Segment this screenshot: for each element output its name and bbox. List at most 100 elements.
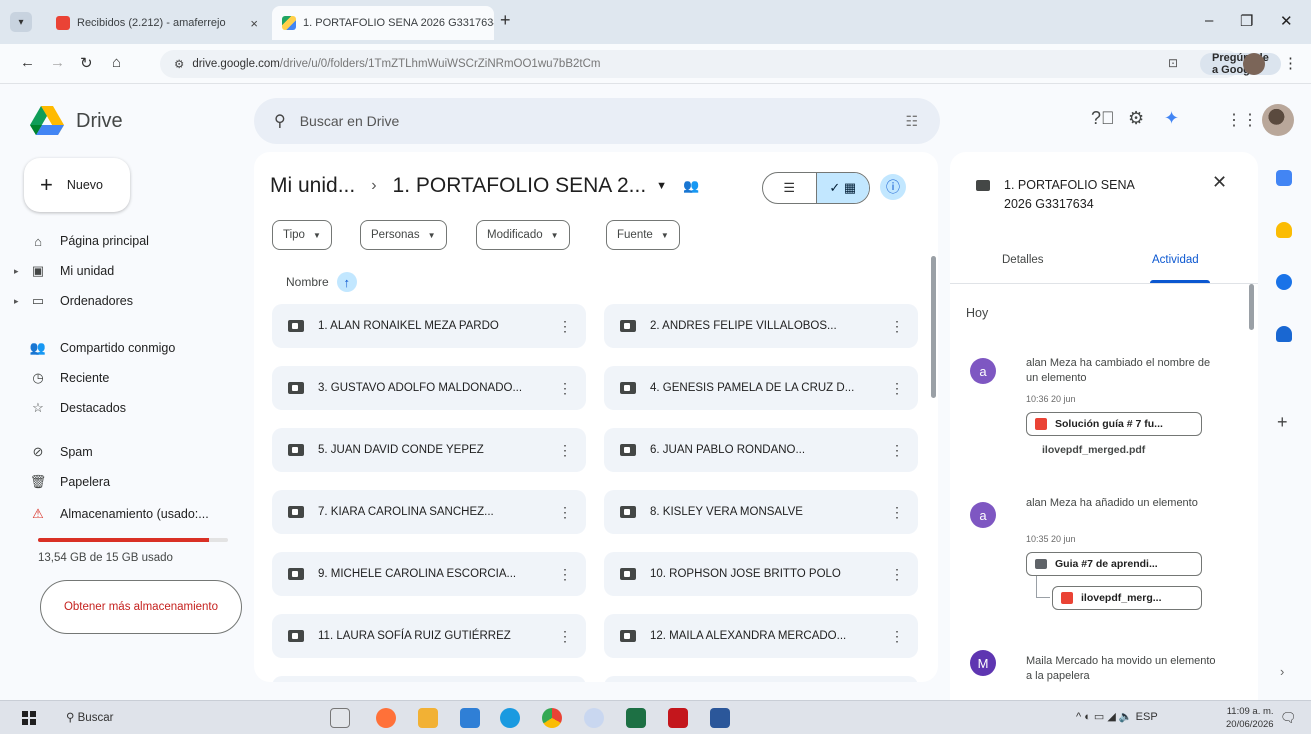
details-info-button[interactable]: ⓘ: [880, 174, 906, 200]
lens-icon[interactable]: ⊡: [1168, 56, 1178, 70]
sidebar-item-shared[interactable]: 👥 Compartido conmigo: [14, 334, 234, 362]
account-avatar[interactable]: [1262, 104, 1294, 136]
close-details-icon[interactable]: ✕: [1212, 172, 1227, 193]
search-options-icon[interactable]: ☷: [905, 113, 918, 130]
details-scrollbar[interactable]: [1249, 284, 1254, 330]
store-icon[interactable]: [460, 708, 480, 728]
sidebar-item-storage[interactable]: ⚠ Almacenamiento (usado:...: [14, 500, 234, 528]
sidebar-item-trash[interactable]: 🗑 Papelera: [14, 468, 234, 496]
shared-folder-icon[interactable]: 👥: [683, 178, 699, 194]
sidebar-item-home[interactable]: ⌂ Página principal: [14, 227, 234, 255]
reload-button[interactable]: ↻: [80, 54, 93, 72]
tasks-icon[interactable]: [1276, 274, 1292, 290]
sidebar-item-spam[interactable]: ⊘ Spam: [14, 438, 234, 466]
windows-start-icon[interactable]: [22, 711, 36, 725]
address-bar[interactable]: ⚙ drive.google.com /drive/u/0/folders/1T…: [160, 50, 1281, 78]
folder-card[interactable]: 6. JUAN PABLO RONDANO... ⋮: [604, 428, 918, 472]
sort-ascending-arrow-icon[interactable]: ↑: [336, 272, 357, 292]
gemini-sparkle-icon[interactable]: ✦: [1164, 108, 1179, 129]
more-actions-icon[interactable]: ⋮: [558, 380, 572, 397]
more-actions-icon[interactable]: ⋮: [890, 442, 904, 459]
filter-modified-chip[interactable]: Modificado ▼: [476, 220, 570, 250]
forward-button[interactable]: →: [50, 54, 65, 71]
folder-card[interactable]: 3. GUSTAVO ADOLFO MALDONADO... ⋮: [272, 366, 586, 410]
more-actions-icon[interactable]: ⋮: [558, 504, 572, 521]
maximize-button[interactable]: ❐: [1240, 12, 1253, 30]
grid-view-button[interactable]: ✓ ▦: [815, 173, 869, 203]
folder-card-partial[interactable]: [604, 676, 918, 682]
minimize-button[interactable]: –: [1205, 12, 1213, 29]
search-input[interactable]: ⚲ Buscar en Drive ☷: [254, 98, 940, 144]
back-button[interactable]: ←: [20, 54, 35, 71]
calendar-icon[interactable]: [1276, 170, 1292, 186]
settings-gear-icon[interactable]: ⚙: [1128, 108, 1144, 129]
tab-search-button[interactable]: ▾: [10, 12, 32, 32]
folder-card[interactable]: 7. KIARA CAROLINA SANCHEZ... ⋮: [272, 490, 586, 534]
task-view-icon[interactable]: [330, 708, 350, 728]
more-actions-icon[interactable]: ⋮: [558, 442, 572, 459]
ask-google-button[interactable]: Pregúntale a Google: [1200, 52, 1281, 76]
tab-activity[interactable]: Actividad: [1152, 254, 1199, 266]
keep-icon[interactable]: [1276, 222, 1292, 238]
file-chip[interactable]: ilovepdf_merg...: [1052, 586, 1202, 610]
breadcrumb-current-folder[interactable]: 1. PORTAFOLIO SENA 2...: [393, 174, 647, 198]
expand-chevron-icon[interactable]: ▸: [14, 266, 26, 277]
folder-card[interactable]: 9. MICHELE CAROLINA ESCORCIA... ⋮: [272, 552, 586, 596]
folder-card[interactable]: 10. ROPHSON JOSE BRITTO POLO ⋮: [604, 552, 918, 596]
more-actions-icon[interactable]: ⋮: [558, 628, 572, 645]
browser-menu-icon[interactable]: ⋮: [1283, 54, 1298, 72]
more-actions-icon[interactable]: ⋮: [890, 628, 904, 645]
chrome-icon[interactable]: [542, 708, 562, 728]
site-info-icon[interactable]: ⚙: [174, 57, 184, 71]
filter-people-chip[interactable]: Personas ▼: [360, 220, 447, 250]
get-more-storage-button[interactable]: Obtener más almacenamiento: [40, 580, 242, 634]
folder-card[interactable]: 11. LAURA SOFÍA RUIZ GUTIÉRREZ ⋮: [272, 614, 586, 658]
folder-chip[interactable]: Guia #7 de aprendi...: [1026, 552, 1202, 576]
sidebar-item-my-drive[interactable]: ▸ ▣ Mi unidad: [14, 257, 234, 285]
folder-menu-dropdown-icon[interactable]: ▼: [656, 180, 667, 192]
help-icon[interactable]: ?⃝: [1091, 108, 1115, 129]
more-actions-icon[interactable]: ⋮: [890, 566, 904, 583]
more-actions-icon[interactable]: ⋮: [890, 318, 904, 335]
expand-side-panel-icon[interactable]: ›: [1280, 664, 1284, 679]
list-view-button[interactable]: ☰: [763, 173, 816, 203]
firefox-icon[interactable]: [376, 708, 396, 728]
filter-source-chip[interactable]: Fuente ▼: [606, 220, 680, 250]
folder-card[interactable]: 8. KISLEY VERA MONSALVE ⋮: [604, 490, 918, 534]
tab-gmail[interactable]: Recibidos (2.212) - amaferrejo ×: [46, 6, 268, 40]
filter-type-chip[interactable]: Tipo ▼: [272, 220, 332, 250]
more-actions-icon[interactable]: ⋮: [890, 380, 904, 397]
file-explorer-icon[interactable]: [418, 708, 438, 728]
main-scrollbar[interactable]: [931, 256, 936, 398]
edge-icon[interactable]: [500, 708, 520, 728]
new-button[interactable]: + Nuevo: [24, 158, 130, 212]
excel-icon[interactable]: [626, 708, 646, 728]
home-button[interactable]: ⌂: [112, 54, 121, 71]
folder-card[interactable]: 4. GENESIS PAMELA DE LA CRUZ D... ⋮: [604, 366, 918, 410]
browser-profile-avatar[interactable]: [1243, 53, 1265, 75]
folder-card[interactable]: 1. ALAN RONAIKEL MEZA PARDO ⋮: [272, 304, 586, 348]
taskbar-search[interactable]: ⚲ Buscar: [66, 710, 113, 724]
system-tray[interactable]: ^ ◐ ▭ ◢ 🔈 ESP: [1076, 710, 1158, 723]
more-actions-icon[interactable]: ⋮: [558, 566, 572, 583]
paint-icon[interactable]: [584, 708, 604, 728]
expand-chevron-icon[interactable]: ▸: [14, 296, 26, 307]
acrobat-icon[interactable]: [668, 708, 688, 728]
notifications-icon[interactable]: 🗨: [1280, 710, 1297, 726]
tab-drive[interactable]: 1. PORTAFOLIO SENA 2026 G3317634 ×: [272, 6, 494, 40]
add-addons-icon[interactable]: +: [1277, 412, 1288, 433]
file-chip[interactable]: Solución guía # 7 fu...: [1026, 412, 1202, 436]
more-actions-icon[interactable]: ⋮: [558, 318, 572, 335]
folder-card-partial[interactable]: [272, 676, 586, 682]
sidebar-item-recent[interactable]: ◷ Reciente: [14, 364, 234, 392]
sidebar-item-computers[interactable]: ▸ ▭ Ordenadores: [14, 287, 234, 315]
contacts-icon[interactable]: [1276, 326, 1292, 342]
folder-card[interactable]: 2. ANDRES FELIPE VILLALOBOS... ⋮: [604, 304, 918, 348]
word-icon[interactable]: [710, 708, 730, 728]
more-actions-icon[interactable]: ⋮: [890, 504, 904, 521]
tab-details[interactable]: Detalles: [1002, 254, 1044, 266]
folder-card[interactable]: 12. MAILA ALEXANDRA MERCADO... ⋮: [604, 614, 918, 658]
new-tab-button[interactable]: +: [500, 10, 511, 31]
close-tab-icon[interactable]: ×: [250, 16, 258, 31]
sort-by-name[interactable]: Nombre ↑: [286, 272, 357, 292]
